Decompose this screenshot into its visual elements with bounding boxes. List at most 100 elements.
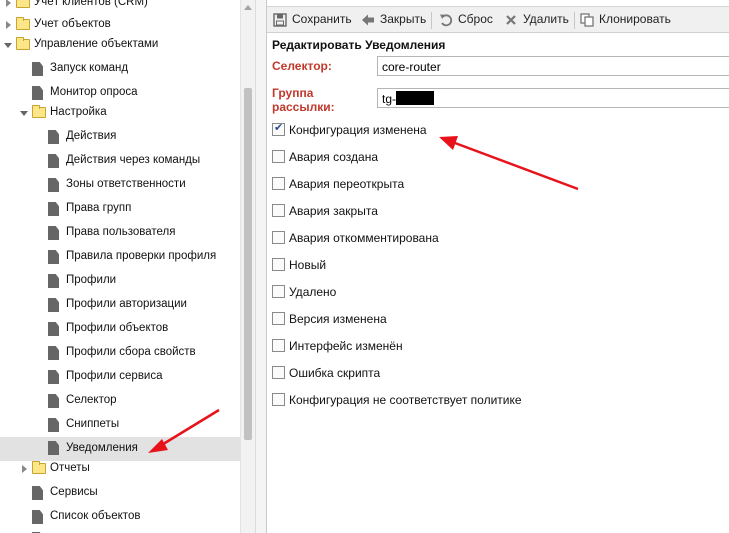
tree-item-label: Права пользователя — [66, 226, 176, 238]
selector-field[interactable]: core-router — [377, 56, 729, 76]
toolbar-separator — [431, 12, 432, 29]
expand-icon[interactable] — [6, 21, 11, 29]
checkbox-label: Новый — [289, 258, 327, 272]
checkbox[interactable] — [272, 312, 285, 325]
checkbox[interactable] — [272, 366, 285, 379]
tree-item-poll-monitor[interactable]: Монитор опроса — [0, 83, 240, 105]
tree-item-setup[interactable]: Настройка — [0, 103, 240, 125]
tree-item-label: Действия через команды — [66, 154, 201, 166]
tree-item-label: Уведомления — [66, 442, 138, 454]
close-icon — [504, 13, 518, 27]
tree-item-services[interactable]: Сервисы — [0, 483, 240, 505]
tree-item-actions[interactable]: Действия — [0, 127, 240, 149]
checkbox-label: Конфигурация не соответствует политике — [289, 393, 522, 407]
checkbox[interactable] — [272, 204, 285, 217]
panel-splitter[interactable] — [255, 0, 267, 533]
tree-item-notifications[interactable]: Уведомления — [0, 437, 240, 461]
selector-value: core-router — [382, 60, 441, 74]
tree-item-label: Управление объектами — [34, 38, 159, 50]
checkbox-label: Конфигурация изменена — [289, 123, 427, 137]
collapse-icon[interactable] — [20, 111, 28, 116]
checkbox[interactable] — [272, 258, 285, 271]
delete-label: Удалить — [523, 12, 569, 26]
tree-item-crm[interactable]: Учёт клиентов (CRM) — [0, 0, 240, 15]
save-icon — [273, 13, 287, 27]
tree-item-label: Учёт клиентов (CRM) — [34, 0, 148, 8]
tree-item-profiles[interactable]: Профили — [0, 271, 240, 293]
form-toolbar: Сохранить Закрыть Сброс Удалить Клониров… — [267, 6, 729, 33]
navigation-tree: Учёт клиентов (CRM) Учет объектов Управл… — [0, 0, 240, 533]
document-icon — [32, 486, 43, 500]
collapse-icon[interactable] — [4, 43, 12, 48]
checkbox-label: Удалено — [289, 285, 337, 299]
folder-open-icon — [32, 105, 46, 118]
tree-item-object-list[interactable]: Список объектов — [0, 507, 240, 529]
mailing-group-value: tg- — [382, 92, 397, 106]
checkbox[interactable] — [272, 150, 285, 163]
checkbox[interactable] — [272, 231, 285, 244]
checkbox-checked[interactable] — [272, 121, 285, 136]
tree-item-label: Монитор опроса — [50, 86, 138, 98]
document-icon — [48, 394, 59, 408]
tree-item-label: Права групп — [66, 202, 132, 214]
document-icon — [48, 130, 59, 144]
document-icon — [48, 226, 59, 240]
tree-item-object-management[interactable]: Управление объектами — [0, 35, 240, 57]
tree-item-partial[interactable] — [0, 529, 240, 533]
folder-icon — [16, 0, 30, 8]
tree-item-run-commands[interactable]: Запуск команд — [0, 59, 240, 81]
document-icon — [48, 322, 59, 336]
checkbox-label: Авария откомментирована — [289, 231, 439, 245]
document-icon — [48, 370, 59, 384]
selector-label: Селектор: — [272, 59, 332, 73]
document-icon — [48, 418, 59, 432]
scrollbar-thumb[interactable] — [244, 88, 252, 440]
tree-item-profile-check-rules[interactable]: Правила проверки профиля — [0, 247, 240, 269]
document-icon — [48, 298, 59, 312]
expand-icon[interactable] — [6, 0, 11, 7]
tree-item-label: Действия — [66, 130, 117, 142]
redaction-box — [396, 91, 435, 105]
checkbox[interactable] — [272, 339, 285, 352]
tree-item-object-profiles[interactable]: Профили объектов — [0, 319, 240, 341]
expand-icon[interactable] — [22, 465, 27, 473]
tree-item-selector[interactable]: Селектор — [0, 391, 240, 413]
mailing-group-label: Группа рассылки: — [272, 86, 335, 114]
tree-item-label: Отчеты — [50, 462, 90, 474]
tree-item-label: Профили сервиса — [66, 370, 163, 382]
document-icon — [48, 202, 59, 216]
clone-label: Клонировать — [599, 12, 671, 26]
document-icon — [48, 346, 59, 360]
close-label: Закрыть — [380, 12, 427, 26]
tree-item-responsibility-zones[interactable]: Зоны ответственности — [0, 175, 240, 197]
tree-item-label: Настройка — [50, 106, 107, 118]
tree-item-snippets[interactable]: Сниппеты — [0, 415, 240, 437]
toolbar-separator — [574, 12, 575, 29]
mailing-group-label-line2: рассылки: — [272, 100, 335, 114]
document-icon — [48, 274, 59, 288]
checkbox-label: Авария создана — [289, 150, 379, 164]
tree-item-objects-accounting[interactable]: Учет объектов — [0, 15, 240, 37]
tree-item-user-permissions[interactable]: Права пользователя — [0, 223, 240, 245]
tree-scrollbar[interactable] — [240, 0, 255, 533]
tree-item-label: Запуск команд — [50, 62, 129, 74]
checkbox[interactable] — [272, 285, 285, 298]
tree-item-label: Список объектов — [50, 510, 141, 522]
tree-item-service-profiles[interactable]: Профили сервиса — [0, 367, 240, 389]
checkbox-label: Версия изменена — [289, 312, 387, 326]
document-icon — [48, 178, 59, 192]
checkbox-label: Интерфейс изменён — [289, 339, 403, 353]
tree-item-label: Сниппеты — [66, 418, 120, 430]
tree-item-actions-via-commands[interactable]: Действия через команды — [0, 151, 240, 173]
tree-item-label: Учет объектов — [34, 18, 111, 30]
tree-item-reports[interactable]: Отчеты — [0, 459, 240, 481]
tree-item-group-permissions[interactable]: Права групп — [0, 199, 240, 221]
tree-item-property-collection-profiles[interactable]: Профили сбора свойств — [0, 343, 240, 365]
checkbox[interactable] — [272, 177, 285, 190]
tree-item-auth-profiles[interactable]: Профили авторизации — [0, 295, 240, 317]
checkbox-label: Авария переоткрыта — [289, 177, 405, 191]
scroll-up-icon[interactable] — [244, 5, 252, 10]
mailing-group-label-line1: Группа — [272, 86, 314, 100]
mailing-group-field[interactable]: tg- — [377, 88, 729, 108]
checkbox[interactable] — [272, 393, 285, 406]
